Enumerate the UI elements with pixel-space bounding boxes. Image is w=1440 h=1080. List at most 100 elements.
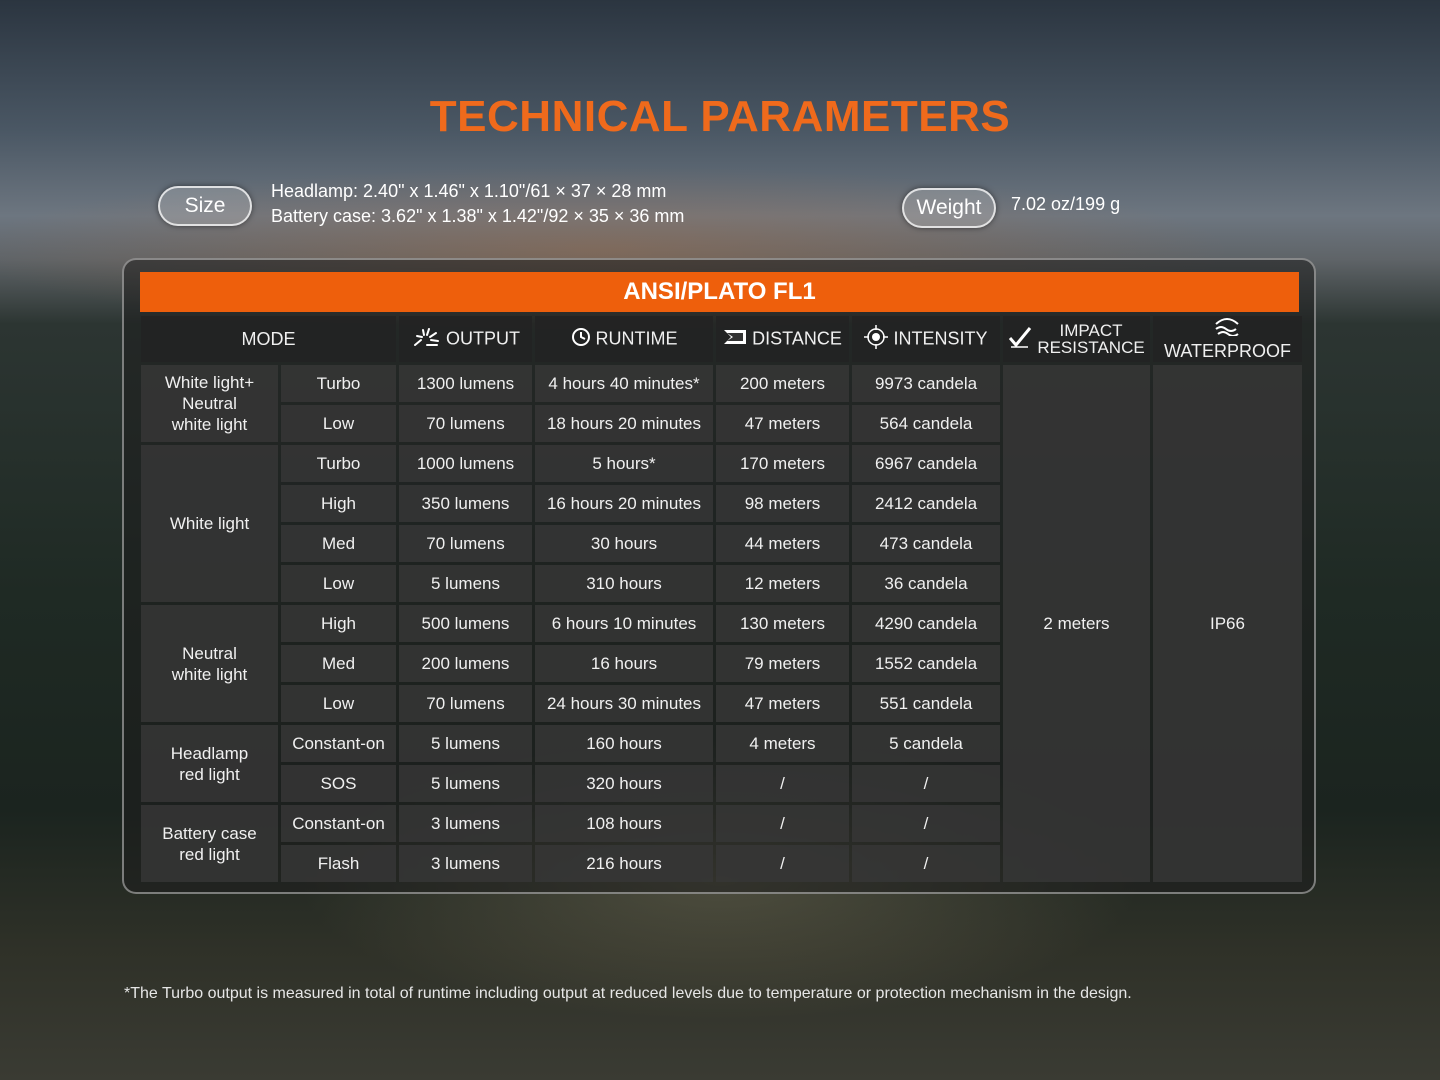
cell-intensity: / (852, 765, 1000, 802)
header-output: OUTPUT (399, 316, 532, 362)
cell-output: 3 lumens (399, 805, 532, 842)
cell-runtime: 320 hours (535, 765, 713, 802)
cell-distance: 47 meters (716, 685, 849, 722)
beam-icon (723, 328, 747, 351)
size-specs: Headlamp: 2.40" x 1.46" x 1.10"/61 × 37 … (271, 179, 684, 229)
cell-mode: Low (281, 685, 396, 722)
cell-mode: High (281, 605, 396, 642)
header-runtime: RUNTIME (535, 316, 713, 362)
header-impact: IMPACT RESISTANCE (1003, 316, 1150, 362)
cell-output: 500 lumens (399, 605, 532, 642)
header-distance-label: DISTANCE (752, 327, 842, 348)
cell-output: 350 lumens (399, 485, 532, 522)
header-runtime-label: RUNTIME (595, 327, 678, 348)
footnote: *The Turbo output is measured in total o… (124, 985, 1132, 1002)
standard-banner: ANSI/PLATO FL1 (140, 272, 1299, 312)
cell-runtime: 160 hours (535, 725, 713, 762)
light-group-label: Headlamp red light (141, 725, 278, 802)
cell-intensity: / (852, 845, 1000, 882)
size-badge: Size (158, 186, 252, 226)
light-group-label-line: Headlamp (170, 743, 249, 763)
cell-mode: SOS (281, 765, 396, 802)
light-group-label-line: White light+ (164, 373, 255, 392)
cell-distance: / (716, 805, 849, 842)
header-distance: DISTANCE (716, 316, 849, 362)
cell-distance: 200 meters (716, 365, 849, 402)
cell-mode: Constant-on (281, 725, 396, 762)
cell-runtime: 16 hours (535, 645, 713, 682)
header-intensity: INTENSITY (852, 316, 1000, 362)
crosshair-icon (864, 324, 889, 354)
battery-case-size: Battery case: 3.62" x 1.38" x 1.42"/92 ×… (271, 206, 685, 226)
water-wave-icon (1214, 316, 1240, 341)
table-row: White light+ Neutral white light Turbo 1300 … (141, 365, 1302, 882)
light-group-label: White light (141, 445, 278, 602)
cell-runtime: 216 hours (535, 845, 713, 882)
light-group-label-line: red light (179, 764, 240, 784)
cell-intensity: 473 candela (852, 525, 1000, 562)
cell-mode: Turbo (281, 365, 396, 402)
cell-runtime: 16 hours 20 minutes (535, 485, 713, 522)
cell-output: 5 lumens (399, 565, 532, 602)
cell-intensity: 5 candela (852, 725, 1000, 762)
cell-runtime: 108 hours (535, 805, 713, 842)
cell-output: 200 lumens (399, 645, 532, 682)
cell-mode: Constant-on (281, 805, 396, 842)
cell-mode: Med (281, 525, 396, 562)
cell-distance: 170 meters (716, 445, 849, 482)
drop-check-icon (1008, 326, 1032, 353)
light-group-label-line: Neutral (182, 394, 237, 413)
spec-table: MODE OUTPUT RUNTIME DISTANCE INTENSITY I… (138, 313, 1305, 885)
header-waterproof-label: WATERPROOF (1164, 341, 1291, 361)
cell-output: 70 lumens (399, 525, 532, 562)
cell-mode: Turbo (281, 445, 396, 482)
cell-distance: 47 meters (716, 405, 849, 442)
cell-intensity: 2412 candela (852, 485, 1000, 522)
clock-icon (571, 327, 591, 352)
cell-distance: 44 meters (716, 525, 849, 562)
cell-runtime: 5 hours* (535, 445, 713, 482)
header-impact-label: IMPACT RESISTANCE (1037, 322, 1144, 356)
cell-intensity: / (852, 805, 1000, 842)
cell-runtime: 4 hours 40 minutes* (535, 365, 713, 402)
cell-runtime: 6 hours 10 minutes (535, 605, 713, 642)
impact-resistance-value: 2 meters (1003, 365, 1150, 882)
page-title: TECHNICAL PARAMETERS (429, 92, 1011, 141)
cell-output: 1300 lumens (399, 365, 532, 402)
weight-value: 7.02 oz/199 g (1011, 194, 1121, 214)
cell-intensity: 551 candela (852, 685, 1000, 722)
cell-intensity: 6967 candela (852, 445, 1000, 482)
cell-intensity: 36 candela (852, 565, 1000, 602)
cell-output: 5 lumens (399, 765, 532, 802)
cell-runtime: 310 hours (535, 565, 713, 602)
cell-runtime: 30 hours (535, 525, 713, 562)
cell-intensity: 564 candela (852, 405, 1000, 442)
cell-mode: High (281, 485, 396, 522)
header-waterproof: WATERPROOF (1153, 316, 1302, 362)
headlamp-size: Headlamp: 2.40" x 1.46" x 1.10"/61 × 37 … (271, 181, 667, 201)
cell-mode: Low (281, 565, 396, 602)
header-intensity-label: INTENSITY (893, 327, 988, 348)
header-mode: MODE (141, 316, 396, 362)
cell-output: 5 lumens (399, 725, 532, 762)
light-group-label-line: White light (169, 514, 250, 533)
light-group-label: Battery case red light (141, 805, 278, 882)
cell-distance: / (716, 765, 849, 802)
cell-output: 1000 lumens (399, 445, 532, 482)
cell-mode: Flash (281, 845, 396, 882)
cell-runtime: 18 hours 20 minutes (535, 405, 713, 442)
header-output-label: OUTPUT (446, 327, 520, 348)
header-row: MODE OUTPUT RUNTIME DISTANCE INTENSITY I… (141, 316, 1302, 362)
cell-intensity: 4290 candela (852, 605, 1000, 642)
burst-icon (411, 327, 441, 352)
cell-mode: Low (281, 405, 396, 442)
light-group-label-line: red light (179, 844, 240, 864)
cell-intensity: 1552 candela (852, 645, 1000, 682)
light-group-label-line: white light (171, 664, 248, 684)
spec-table-body: White light+ Neutral white light Turbo 1300 … (141, 365, 1302, 882)
cell-distance: / (716, 845, 849, 882)
weight-badge: Weight (902, 188, 996, 228)
cell-distance: 98 meters (716, 485, 849, 522)
cell-distance: 4 meters (716, 725, 849, 762)
cell-distance: 12 meters (716, 565, 849, 602)
